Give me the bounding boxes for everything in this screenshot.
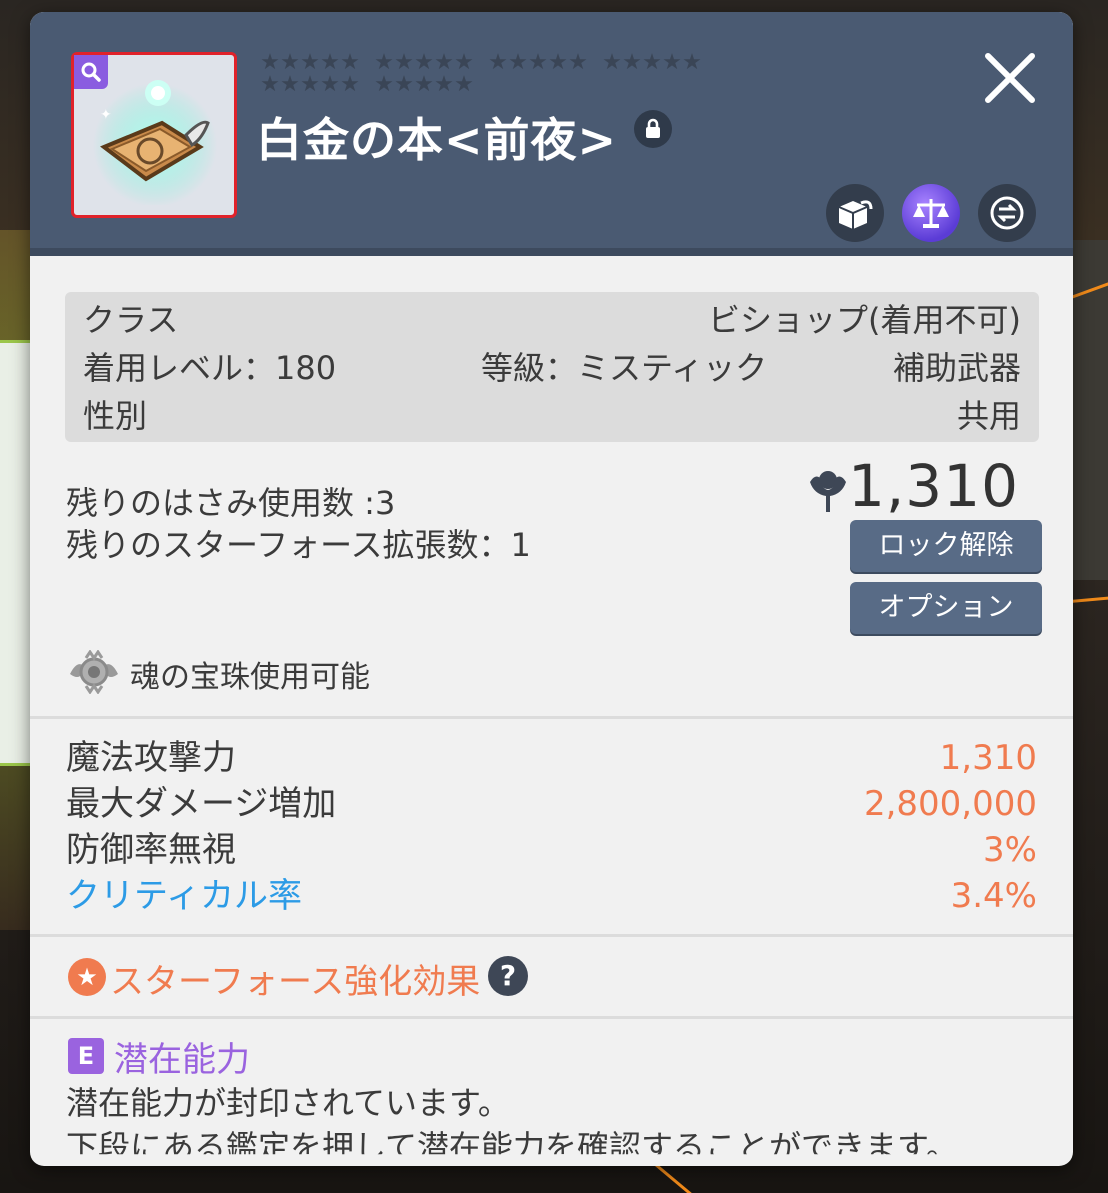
star-icon: ★ <box>642 50 662 75</box>
combat-power-value: 1,310 <box>847 452 1019 520</box>
stat-row: 最大ダメージ増加 2,800,000 <box>66 782 1037 826</box>
item-info-box: クラス ビショップ(着用不可) 着用レベル：180 等級：ミスティック 補助武器… <box>65 292 1039 442</box>
box-transfer-icon <box>838 200 873 229</box>
lock-icon <box>634 110 672 148</box>
class-label: クラス <box>83 301 179 339</box>
stat-value: 3.4% <box>950 876 1037 916</box>
item-name: 白金の本<前夜> <box>256 113 618 167</box>
star-icon: ★ <box>260 72 280 97</box>
header-divider <box>30 248 1073 256</box>
type-value: 補助武器 <box>892 349 1021 387</box>
transfer-button[interactable] <box>826 184 884 242</box>
star-icon: ★ <box>340 72 360 97</box>
close-icon <box>985 53 1035 103</box>
grade-text: 等級：ミスティック <box>481 349 768 387</box>
tooltip-header: ✦ ★ ★ ★ ★ ★ ★ ★ ★ ★ ★ ★ ★ ★ ★ ★ ★ ★ ★ ★ ★ ★ ★ ★ ★ ★ ★ ★ ★ ★ ★ 白金の本<前… <box>30 12 1073 256</box>
star-icon: ★ <box>508 50 528 75</box>
potential-line: 潜在能力が封印されています。 <box>66 1084 510 1122</box>
stat-key: 魔法攻撃力 <box>66 738 236 778</box>
star-icon: ★ <box>528 50 548 75</box>
starforce-effect-label[interactable]: スターフォース強化効果 <box>110 954 480 1003</box>
level-text: 着用レベル：180 <box>83 349 337 387</box>
background-ray <box>1069 595 1108 603</box>
exchange-button[interactable] <box>978 184 1036 242</box>
star-group: ★ ★ ★ ★ ★ <box>374 72 474 97</box>
section-divider <box>30 934 1073 937</box>
stat-value: 1,310 <box>939 738 1037 778</box>
gender-row: 性別 共用 <box>83 394 1021 438</box>
star-force-stars: ★ ★ ★ ★ ★ ★ ★ ★ ★ ★ ★ ★ ★ ★ ★ ★ ★ ★ ★ ★ ★ ★ ★ ★ ★ ★ ★ ★ ★ ★ <box>260 52 820 96</box>
option-button[interactable]: オプション <box>850 582 1042 634</box>
stat-row: クリティカル率 3.4% <box>66 874 1037 918</box>
item-icon-frame[interactable]: ✦ <box>71 52 237 218</box>
star-group: ★ ★ ★ ★ ★ <box>488 50 588 75</box>
star-icon: ★ <box>280 72 300 97</box>
star-icon: ★ <box>622 50 642 75</box>
soul-orb-icon <box>70 650 118 694</box>
stat-key: クリティカル率 <box>66 876 302 916</box>
star-icon: ★ <box>374 72 394 97</box>
star-row: ★ ★ ★ ★ ★ ★ ★ ★ ★ ★ ★ ★ ★ ★ ★ ★ ★ ★ ★ ★ <box>260 52 820 74</box>
star-icon: ★ <box>602 50 622 75</box>
combat-power-icon <box>810 471 846 512</box>
help-icon[interactable]: ? <box>488 956 528 996</box>
star-icon: ★ <box>300 50 320 75</box>
star-group: ★ ★ ★ ★ ★ <box>260 50 360 75</box>
exchange-icon <box>990 196 1024 230</box>
star-icon: ★ <box>300 72 320 97</box>
potential-line: 下段にある鑑定を押して潜在能力を確認することができます。 <box>66 1128 958 1166</box>
remaining-starforce: 残りのスターフォース拡張数：1 <box>66 526 531 564</box>
stat-key: 防御率無視 <box>66 830 236 870</box>
star-icon: ★ <box>340 50 360 75</box>
class-row: クラス ビショップ(着用不可) <box>83 298 1021 342</box>
stat-key: 最大ダメージ増加 <box>66 784 337 824</box>
potential-title: 潜在能力 <box>114 1040 250 1080</box>
star-icon: ★ <box>434 72 454 97</box>
stat-value: 2,800,000 <box>863 784 1037 824</box>
class-value: ビショップ(着用不可) <box>708 301 1021 339</box>
star-icon: ★ <box>414 72 434 97</box>
star-icon: ★ <box>568 50 588 75</box>
star-icon: ★ <box>434 50 454 75</box>
soul-orb-text: 魂の宝珠使用可能 <box>130 660 370 695</box>
svg-text:✦: ✦ <box>100 107 112 123</box>
gender-label: 性別 <box>83 397 148 435</box>
star-icon: ★ <box>374 50 394 75</box>
item-tooltip-panel: ✦ ★ ★ ★ ★ ★ ★ ★ ★ ★ ★ ★ ★ ★ ★ ★ ★ ★ ★ ★ ★ ★ ★ ★ ★ ★ ★ ★ ★ ★ ★ 白金の本<前… <box>30 12 1073 1166</box>
star-icon: ★ <box>488 50 508 75</box>
star-icon: ★ <box>394 50 414 75</box>
stat-row: 防御率無視 3% <box>66 828 1037 872</box>
star-row: ★ ★ ★ ★ ★ ★ ★ ★ ★ ★ <box>260 74 820 96</box>
gender-value: 共用 <box>956 397 1021 435</box>
star-icon: ★ <box>68 958 106 996</box>
star-group: ★ ★ ★ ★ ★ <box>260 72 360 97</box>
star-icon: ★ <box>682 50 702 75</box>
star-icon: ★ <box>454 72 474 97</box>
star-icon: ★ <box>320 50 340 75</box>
stat-value: 3% <box>983 830 1037 870</box>
star-icon: ★ <box>260 50 280 75</box>
star-icon: ★ <box>280 50 300 75</box>
compare-button[interactable] <box>902 184 960 242</box>
potential-grade-badge: E <box>68 1038 104 1074</box>
star-group: ★ ★ ★ ★ ★ <box>374 50 474 75</box>
unlock-button[interactable]: ロック解除 <box>850 520 1042 572</box>
star-icon: ★ <box>662 50 682 75</box>
section-divider <box>30 716 1073 719</box>
section-divider <box>30 1016 1073 1019</box>
star-group: ★ ★ ★ ★ ★ <box>602 50 702 75</box>
star-icon: ★ <box>414 50 434 75</box>
star-icon: ★ <box>454 50 474 75</box>
star-icon: ★ <box>320 72 340 97</box>
star-icon: ★ <box>394 72 414 97</box>
star-icon: ★ <box>548 50 568 75</box>
book-item-icon: ✦ <box>93 80 217 205</box>
level-row: 着用レベル：180 等級：ミスティック 補助武器 <box>83 346 1021 390</box>
scale-icon <box>913 199 949 228</box>
close-button[interactable] <box>980 48 1040 108</box>
remaining-scissors: 残りのはさみ使用数 :3 <box>66 484 396 522</box>
stat-row: 魔法攻撃力 1,310 <box>66 736 1037 780</box>
